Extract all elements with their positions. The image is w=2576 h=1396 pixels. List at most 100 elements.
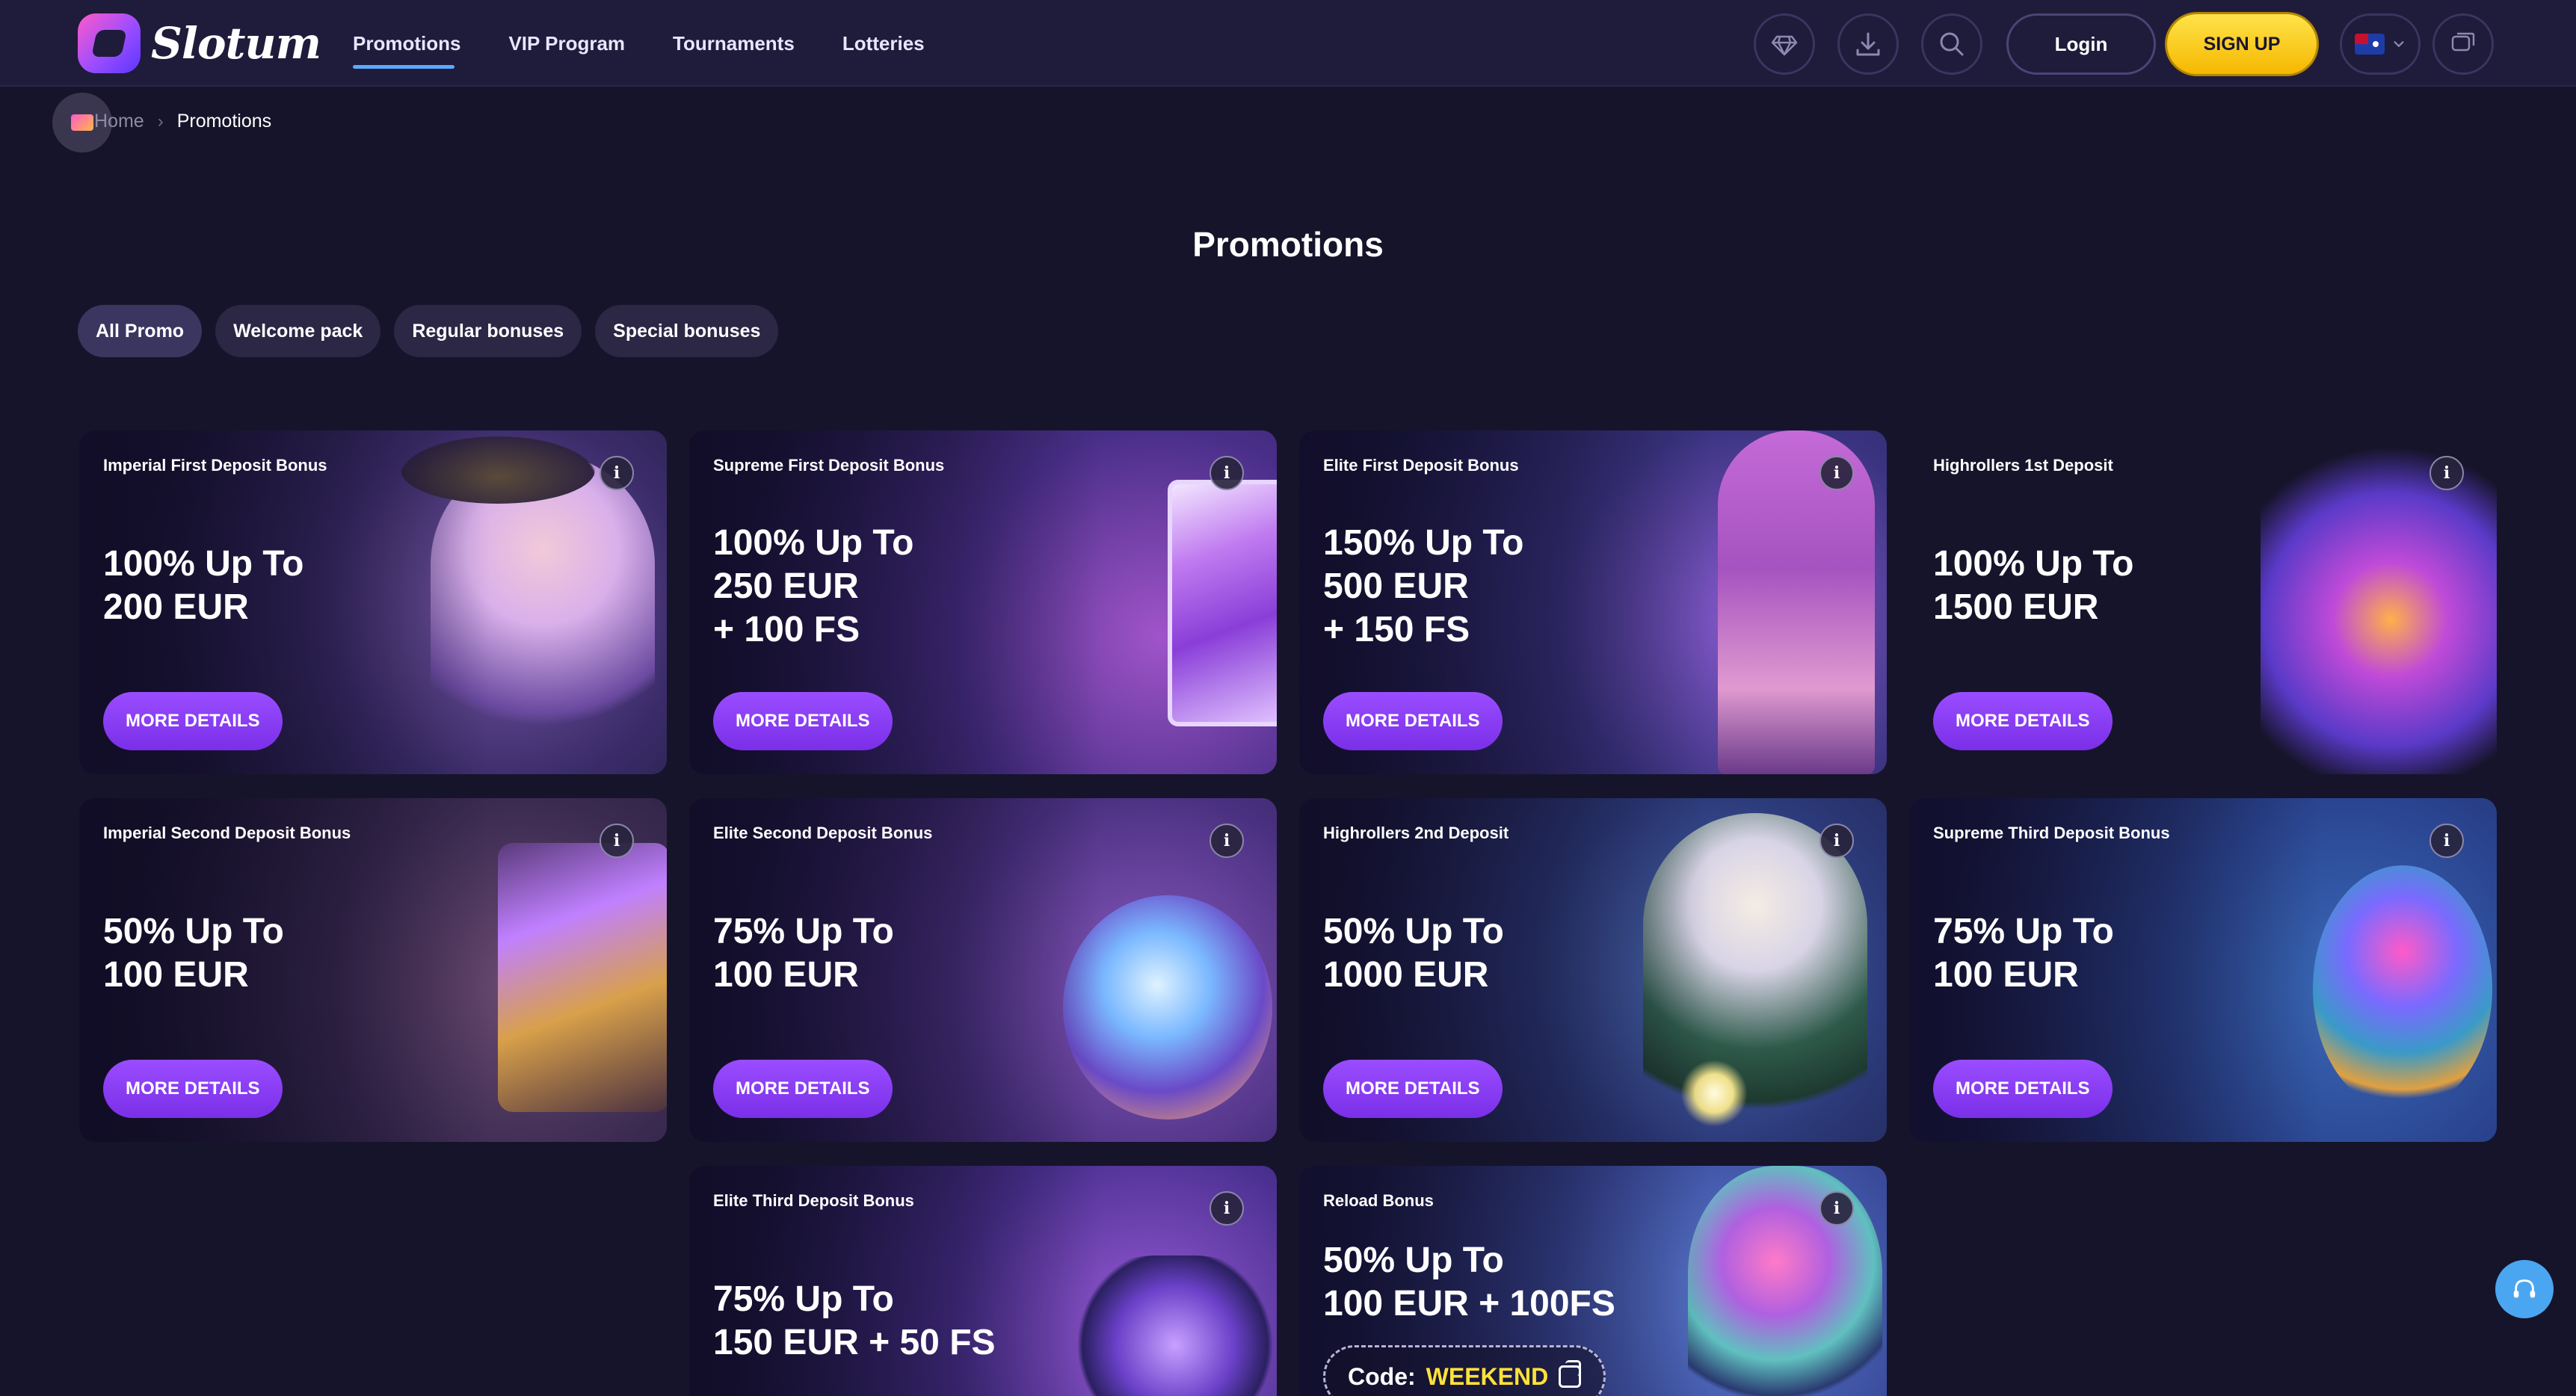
- card-title: Supreme First Deposit Bonus: [713, 456, 945, 475]
- nav-tournaments[interactable]: Tournaments: [673, 32, 795, 55]
- offer-line: 150% Up To: [1323, 523, 1524, 563]
- vip-diamond-button[interactable]: [1754, 13, 1815, 75]
- promo-card[interactable]: Imperial First Deposit Bonus i 100% Up T…: [79, 430, 667, 774]
- card-title: Highrollers 2nd Deposit: [1323, 824, 1509, 842]
- promo-card[interactable]: Elite Second Deposit Bonus i 75% Up To 1…: [689, 798, 1277, 1142]
- offer-line: 100 EUR + 100FS: [1323, 1284, 1615, 1324]
- offer-line: 500 EUR: [1323, 566, 1469, 606]
- more-details-button[interactable]: MORE DETAILS: [103, 692, 283, 750]
- headset-icon: [2513, 1279, 2536, 1298]
- breadcrumb-home[interactable]: Home: [94, 111, 144, 132]
- offer-line: 1500 EUR: [1933, 587, 2099, 627]
- promo-code-box[interactable]: Code: WEEKEND: [1323, 1345, 1606, 1396]
- chat-button[interactable]: [2432, 13, 2494, 75]
- signup-button[interactable]: SIGN UP: [2165, 12, 2319, 76]
- chevron-right-icon: ›: [157, 111, 164, 132]
- offer-line: 100 EUR: [103, 955, 249, 995]
- filter-welcome-pack[interactable]: Welcome pack: [215, 305, 381, 357]
- card-offer: 75% Up To 150 EUR + 50 FS: [713, 1278, 996, 1365]
- card-offer: 100% Up To 1500 EUR: [1933, 543, 2134, 629]
- promo-card[interactable]: Elite Third Deposit Bonus i 75% Up To 15…: [689, 1166, 1277, 1396]
- info-icon[interactable]: i: [2429, 456, 2464, 490]
- info-icon[interactable]: i: [600, 456, 634, 490]
- promo-card[interactable]: Imperial Second Deposit Bonus i 50% Up T…: [79, 798, 667, 1142]
- breadcrumb-current: Promotions: [176, 111, 272, 132]
- chat-icon: [2451, 32, 2475, 52]
- offer-line: 100 EUR: [713, 955, 859, 995]
- flag-icon: [2355, 34, 2385, 55]
- nav-lotteries[interactable]: Lotteries: [842, 32, 925, 55]
- offer-line: 75% Up To: [1933, 912, 2114, 951]
- card-title: Imperial Second Deposit Bonus: [103, 824, 351, 842]
- logo-mark-icon: [78, 13, 141, 73]
- info-icon[interactable]: i: [1210, 456, 1244, 490]
- download-icon: [1856, 32, 1880, 56]
- promo-card[interactable]: Elite First Deposit Bonus i 150% Up To 5…: [1299, 430, 1887, 774]
- language-selector[interactable]: [2340, 13, 2421, 75]
- offer-line: 50% Up To: [1323, 1241, 1504, 1280]
- nav-vip-program[interactable]: VIP Program: [508, 32, 625, 55]
- offer-line: 75% Up To: [713, 1279, 894, 1319]
- search-button[interactable]: [1921, 13, 1982, 75]
- offer-line: 100% Up To: [713, 523, 914, 563]
- info-icon[interactable]: i: [1819, 456, 1854, 490]
- offer-line: + 100 FS: [713, 610, 860, 649]
- card-offer: 50% Up To 100 EUR: [103, 910, 284, 997]
- code-label: Code:: [1348, 1362, 1416, 1390]
- info-icon[interactable]: i: [600, 824, 634, 858]
- more-details-button[interactable]: MORE DETAILS: [1933, 692, 2113, 750]
- info-icon[interactable]: i: [2429, 824, 2464, 858]
- more-details-button[interactable]: MORE DETAILS: [1323, 692, 1503, 750]
- card-offer: 50% Up To 1000 EUR: [1323, 910, 1504, 997]
- card-title: Elite First Deposit Bonus: [1323, 456, 1519, 475]
- card-offer: 100% Up To 250 EUR + 100 FS: [713, 522, 914, 652]
- card-title: Supreme Third Deposit Bonus: [1933, 824, 2170, 842]
- gift-icon: [71, 114, 93, 131]
- more-details-button[interactable]: MORE DETAILS: [103, 1060, 283, 1118]
- breadcrumb: Home › Promotions: [94, 111, 271, 132]
- copy-icon[interactable]: [1559, 1360, 1582, 1388]
- filter-regular-bonuses[interactable]: Regular bonuses: [394, 305, 582, 357]
- filter-all-promo[interactable]: All Promo: [78, 305, 203, 357]
- card-offer: 75% Up To 100 EUR: [1933, 910, 2114, 997]
- card-title: Imperial First Deposit Bonus: [103, 456, 327, 475]
- more-details-button[interactable]: MORE DETAILS: [713, 1060, 893, 1118]
- card-offer: 50% Up To 100 EUR + 100FS: [1323, 1239, 1615, 1326]
- page-title: Promotions: [1192, 225, 1384, 264]
- offer-line: 150 EUR + 50 FS: [713, 1323, 996, 1362]
- code-value: WEEKEND: [1426, 1362, 1549, 1390]
- info-icon[interactable]: i: [1819, 824, 1854, 858]
- card-title: Reload Bonus: [1323, 1191, 1434, 1210]
- promo-card[interactable]: Reload Bonus i 50% Up To 100 EUR + 100FS…: [1299, 1166, 1887, 1396]
- card-title: Elite Third Deposit Bonus: [713, 1191, 914, 1210]
- card-offer: 75% Up To 100 EUR: [713, 910, 894, 997]
- card-offer: 150% Up To 500 EUR + 150 FS: [1323, 522, 1524, 652]
- info-icon[interactable]: i: [1819, 1191, 1854, 1226]
- more-details-button[interactable]: MORE DETAILS: [1933, 1060, 2113, 1118]
- card-offer: 100% Up To 200 EUR: [103, 543, 304, 629]
- site-header: Slotum Promotions VIP Program Tournament…: [0, 0, 2576, 87]
- nav-promotions[interactable]: Promotions: [353, 32, 460, 69]
- promo-card[interactable]: Highrollers 1st Deposit i 100% Up To 150…: [1909, 430, 2497, 774]
- info-icon[interactable]: i: [1210, 824, 1244, 858]
- more-details-button[interactable]: MORE DETAILS: [713, 692, 893, 750]
- offer-line: 100 EUR: [1933, 955, 2079, 995]
- info-icon[interactable]: i: [1210, 1191, 1244, 1226]
- offer-line: 50% Up To: [1323, 912, 1504, 951]
- filter-special-bonuses[interactable]: Special bonuses: [595, 305, 779, 357]
- more-details-button[interactable]: MORE DETAILS: [1323, 1060, 1503, 1118]
- chevron-down-icon: [2394, 41, 2404, 48]
- diamond-icon: [1771, 35, 1798, 56]
- support-button[interactable]: [2495, 1260, 2554, 1318]
- offer-line: 100% Up To: [1933, 544, 2134, 584]
- offer-line: + 150 FS: [1323, 610, 1470, 649]
- promo-card[interactable]: Supreme Third Deposit Bonus i 75% Up To …: [1909, 798, 2497, 1142]
- login-button[interactable]: Login: [2006, 13, 2156, 75]
- promo-card[interactable]: Highrollers 2nd Deposit i 50% Up To 1000…: [1299, 798, 1887, 1142]
- download-button[interactable]: [1837, 13, 1899, 75]
- offer-line: 75% Up To: [713, 912, 894, 951]
- promo-filters: All Promo Welcome pack Regular bonuses S…: [78, 305, 779, 357]
- promo-card[interactable]: Supreme First Deposit Bonus i 100% Up To…: [689, 430, 1277, 774]
- offer-line: 100% Up To: [103, 544, 304, 584]
- logo[interactable]: Slotum: [78, 13, 321, 73]
